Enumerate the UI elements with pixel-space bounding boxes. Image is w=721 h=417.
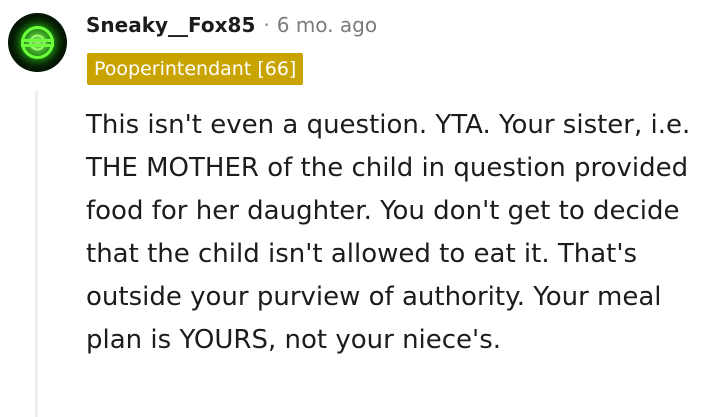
username-link[interactable]: Sneaky__Fox85	[86, 13, 255, 37]
comment-body: This isn't even a question. YTA. Your si…	[86, 110, 691, 355]
thread-collapse-line[interactable]	[35, 91, 38, 417]
avatar[interactable]	[8, 13, 67, 72]
green-lantern-emblem-icon	[9, 14, 66, 71]
comment-meta: Sneaky__Fox85 · 6 mo. ago	[86, 10, 377, 40]
timestamp-link[interactable]: 6 mo. ago	[277, 13, 377, 37]
user-flair-badge: Pooperintendant [66]	[87, 53, 304, 85]
comment: Sneaky__Fox85 · 6 mo. ago Pooperintendan…	[0, 0, 721, 417]
meta-separator: ·	[263, 13, 270, 37]
